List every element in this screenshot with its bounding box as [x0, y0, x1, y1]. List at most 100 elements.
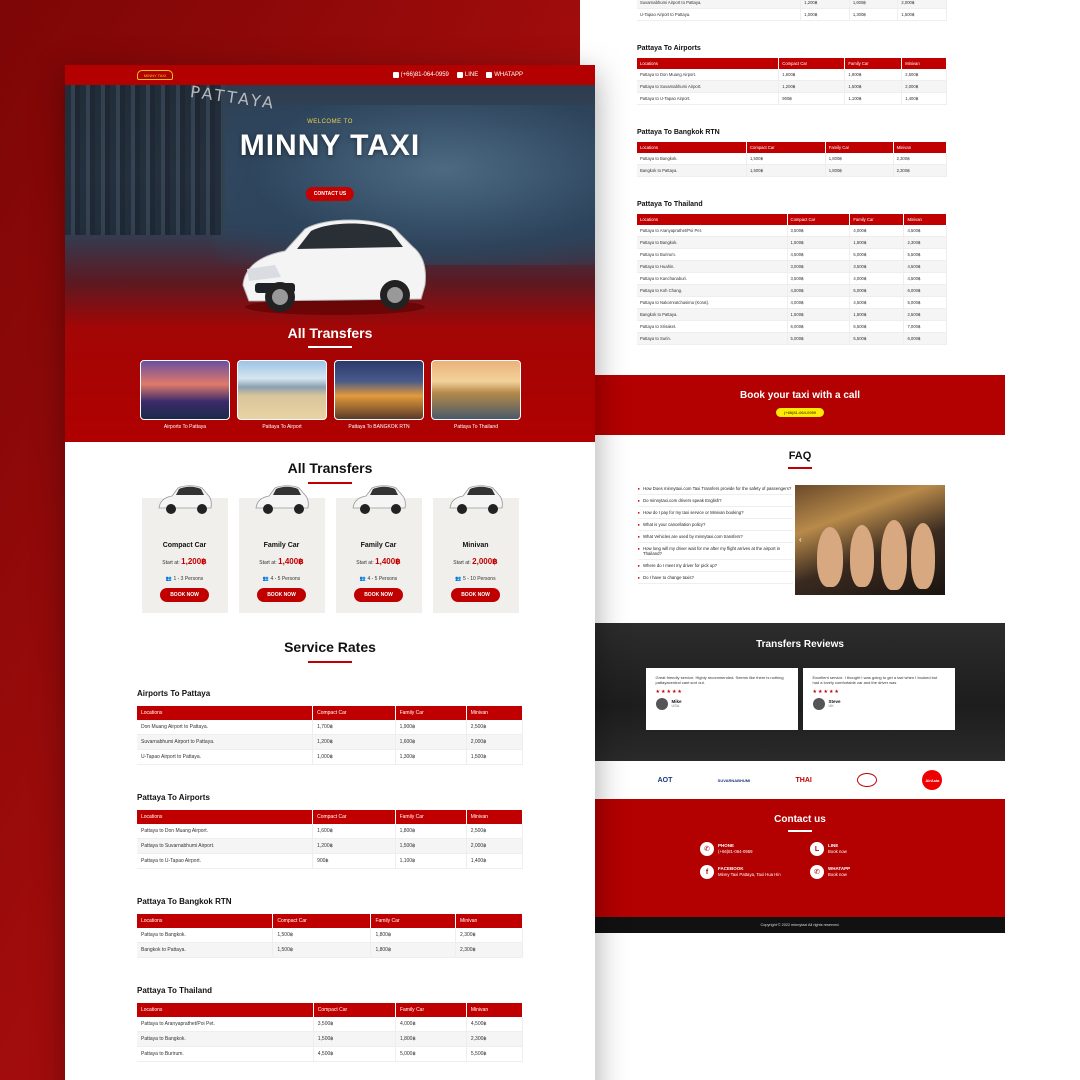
contact-value: Book now — [828, 849, 847, 855]
right-page-mockup: Don Muang Airport to Pattaya.1,700฿1,900… — [595, 0, 1005, 935]
table-cell: 1,800฿ — [844, 69, 903, 81]
table-cell: 2,000฿ — [897, 0, 947, 9]
table-cell: Pattaya to Nakornratchasima (Korat). — [637, 296, 788, 309]
faq-item[interactable]: How Does minnytaxi.com Taxi Transfers pr… — [638, 483, 793, 495]
header-phone-link[interactable]: (+66)81-064-0959 — [392, 72, 449, 78]
table-cell: 3,500฿ — [787, 225, 851, 237]
header-phone-text: (+66)81-064-0959 — [400, 72, 449, 78]
table-row: Pattaya to Bangkok. 1,500฿ 1,800฿ 2,300฿ — [637, 153, 948, 165]
table-header-cell: Locations — [637, 58, 780, 69]
book-now-button[interactable]: BOOK NOW — [160, 588, 209, 602]
faq-item[interactable]: What is your cancellation policy? — [638, 519, 793, 531]
contact-us-button[interactable]: CONTACT US — [305, 187, 355, 201]
service-rates-title: Service Rates — [284, 639, 376, 655]
contact-text: FACEBOOK Minny Taxi Pattaya, Taxi Hua Hin — [718, 866, 781, 878]
vehicle-price-value: 2,000฿ — [472, 557, 498, 566]
table-cell: Pattaya to Aranyaprathet/Poi Pet. — [137, 1017, 314, 1032]
rate-table: Locations Compact Car Family Car Minivan Pat… — [137, 810, 524, 869]
table-cell: Bangkok to Pattaya. — [137, 942, 274, 958]
table-cell: 1,800฿ — [849, 308, 905, 321]
faq-item[interactable]: What Vehicles are used by minnytaxi.com … — [638, 531, 793, 543]
book-now-button[interactable]: BOOK NOW — [257, 588, 306, 602]
vehicle-image — [352, 485, 406, 514]
table-cell: 1,200฿ — [778, 80, 846, 93]
contact-item[interactable]: f FACEBOOK Minny Taxi Pattaya, Taxi Hua Hi… — [700, 865, 810, 879]
table-row: Pattaya to Kanchanaburi. 3,500฿ 4,000฿ 4,50… — [637, 272, 947, 285]
table-header-cell: Compact Car — [312, 706, 396, 720]
table-cell: Pattaya to Kanchanaburi. — [637, 272, 788, 285]
destination-card[interactable]: Pattaya To Thailand — [431, 360, 521, 430]
rate-table-pattaya-to-airports: Locations Compact Car Family Car Minivan Pat… — [637, 58, 947, 105]
table-header-cell: Locations — [137, 810, 314, 824]
review-country: USA — [671, 704, 680, 709]
contact-value: Minny Taxi Pattaya, Taxi Hua Hin — [718, 872, 781, 878]
vehicle-cards: Compact Car Start at: 1,200฿ 👥 1 - 3 Perso… — [65, 485, 595, 613]
mockup-stage: Don Muang Airport to Pattaya.1,700฿1,900… — [0, 0, 1080, 1080]
table-cell: Pattaya to Srisaket. — [637, 320, 788, 333]
faq-list: How Does minnytaxi.com Taxi Transfers pr… — [638, 483, 793, 584]
site-logo[interactable]: MINNY TAXI — [137, 70, 173, 80]
table-row: Pattaya to Nakornratchasima (Korat). 4,00… — [637, 296, 947, 309]
table-cell: 1,800฿ — [825, 164, 894, 177]
faq-item[interactable]: Where do I meet my driver for pick up? — [638, 560, 793, 572]
hero-section: PATTAYA WELCOME TO MINNY TAXI CONTACT US… — [65, 85, 595, 442]
rate-table-title: Pattaya To Airports — [637, 45, 701, 52]
table-header-row: Locations Compact Car Family Car Minivan — [637, 58, 947, 69]
faq-item[interactable]: How long will my driver wait for me afte… — [638, 543, 793, 560]
rate-table: Locations Compact Car Family Car Minivan Don… — [137, 706, 524, 765]
table-row: Pattaya to Koh Chang. 4,500฿ 5,000฿ 6,000฿ — [637, 284, 947, 297]
table-header-cell: Family Car — [370, 914, 457, 928]
table-row: Bangkok to Pattaya. 1,500฿ 1,800฿ 2,500฿ — [637, 308, 947, 321]
header-line-link[interactable]: LINE — [456, 72, 479, 78]
table-cell: 5,500฿ — [466, 1046, 524, 1062]
destination-card[interactable]: Airports To Pattaya — [140, 360, 230, 430]
faq-item[interactable]: Do I have to change taxis? — [638, 572, 793, 584]
table-cell: 1,600฿ — [778, 69, 846, 81]
vehicle-price-value: 1,200฿ — [181, 557, 207, 566]
table-cell: 1,100฿ — [395, 853, 467, 869]
destination-card[interactable]: Pattaya To BANGKOK RTN — [334, 360, 424, 430]
table-header-cell: Family Car — [395, 810, 467, 824]
table-cell: 1,800฿ — [370, 928, 457, 943]
vehicle-persons: 👥 5 - 10 Persons — [433, 576, 519, 582]
carousel-prev-icon[interactable]: ‹ — [799, 535, 802, 544]
whatsapp-icon — [486, 72, 493, 78]
vehicle-persons-text: 4 - 5 Persons — [367, 576, 398, 582]
table-row: Bangkok to Pattaya. 1,500฿ 1,800฿ 2,300฿ — [137, 942, 523, 958]
vehicle-card: Compact Car Start at: 1,200฿ 👥 1 - 3 Perso… — [141, 485, 228, 613]
contact-item[interactable]: ✆ WHATAPP Book now — [810, 865, 920, 879]
table-header-cell: Compact Car — [313, 1003, 396, 1017]
table-row: Suvarnabhumi Airport to Pattaya. 1,200฿ 1,… — [637, 0, 947, 9]
contact-text: WHATAPP Book now — [828, 866, 850, 878]
faq-item[interactable]: Do minnytaxi.com drivers speak English? — [638, 495, 793, 507]
contact-item[interactable]: L LINE Book now — [810, 842, 920, 856]
line-icon: L — [810, 842, 824, 856]
vehicle-persons-text: 4 - 5 Persons — [270, 576, 301, 582]
book-now-button[interactable]: BOOK NOW — [354, 588, 403, 602]
table-cell: Pattaya to Suvarnabhumi Airport. — [637, 80, 780, 93]
table-header-cell: Locations — [137, 1003, 314, 1017]
book-now-button[interactable]: BOOK NOW — [451, 588, 500, 602]
table-row: Pattaya to Surin. 5,000฿ 5,500฿ 6,000฿ — [637, 332, 947, 345]
header-line-text: LINE — [464, 72, 479, 78]
table-cell: 2,000฿ — [466, 838, 524, 854]
table-cell: 900฿ — [312, 853, 396, 869]
table-header-cell: Minivan — [466, 1003, 524, 1017]
header-whatsapp-link[interactable]: WHATAPP — [486, 72, 523, 78]
review-stars: ★★★★★ — [655, 688, 683, 695]
table-header-cell: Family Car — [395, 706, 467, 720]
table-row: Pattaya to Aranyaprathet/Poi Pet. 3,500฿ 4… — [137, 1017, 524, 1032]
hero-car-image — [242, 219, 426, 315]
table-header-cell: Minivan — [466, 706, 524, 720]
faq-title: FAQ — [788, 450, 812, 462]
table-cell: 2,300฿ — [455, 928, 523, 943]
faq-item[interactable]: How do I pay for my taxi service or Mini… — [638, 507, 793, 519]
service-rates-section: Service Rates Airports To Pattaya Locatio… — [65, 639, 595, 1062]
table-cell: 2,000฿ — [901, 80, 947, 93]
destination-card[interactable]: Pattaya To Airport — [237, 360, 327, 430]
table-cell: 2,300฿ — [903, 236, 947, 249]
book-call-phone-button[interactable]: (+66)81-064-0959 — [775, 408, 825, 417]
table-cell: U-Tapao Airport to Pattaya. — [637, 8, 802, 21]
photo-person — [850, 525, 874, 587]
contact-item[interactable]: ✆ PHONE (+66)81-064-0959 — [700, 842, 810, 856]
